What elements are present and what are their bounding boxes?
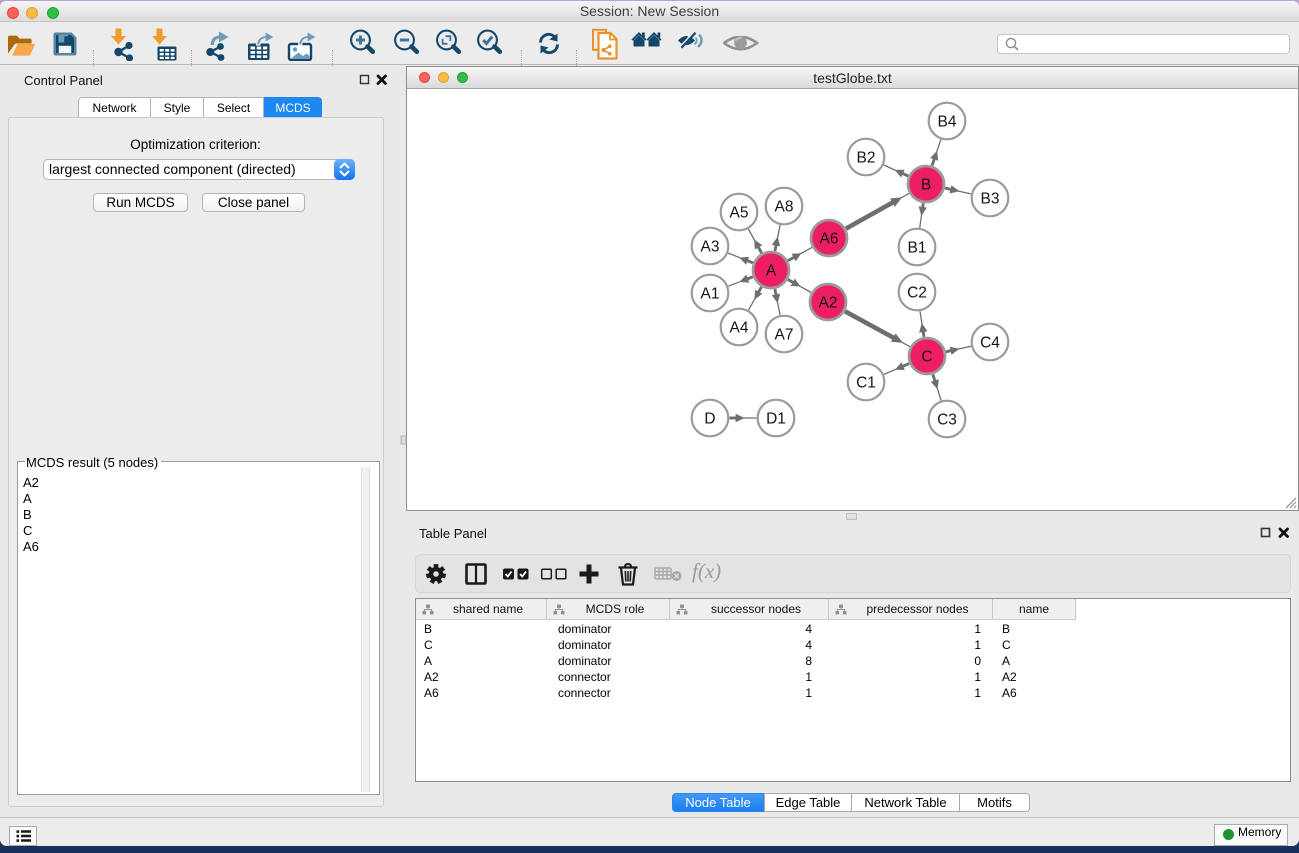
svg-text:A5: A5 <box>730 205 749 222</box>
svg-text:D1: D1 <box>766 411 786 428</box>
svg-text:B2: B2 <box>857 150 876 167</box>
svg-text:B3: B3 <box>981 191 1000 208</box>
svg-text:C4: C4 <box>980 335 1000 352</box>
svg-text:A4: A4 <box>730 320 749 337</box>
svg-text:D: D <box>704 411 715 428</box>
svg-text:A8: A8 <box>775 199 794 216</box>
svg-text:B1: B1 <box>908 240 927 257</box>
svg-text:B4: B4 <box>938 114 957 131</box>
svg-text:A3: A3 <box>701 239 720 256</box>
svg-text:C3: C3 <box>937 412 957 429</box>
svg-text:B: B <box>921 177 931 194</box>
svg-text:C2: C2 <box>907 285 927 302</box>
svg-text:C: C <box>921 349 932 366</box>
svg-text:A1: A1 <box>701 286 720 303</box>
svg-text:A7: A7 <box>775 327 794 344</box>
svg-text:A: A <box>766 263 777 280</box>
svg-text:A2: A2 <box>819 295 838 312</box>
svg-text:C1: C1 <box>856 375 876 392</box>
svg-text:A6: A6 <box>820 231 839 248</box>
